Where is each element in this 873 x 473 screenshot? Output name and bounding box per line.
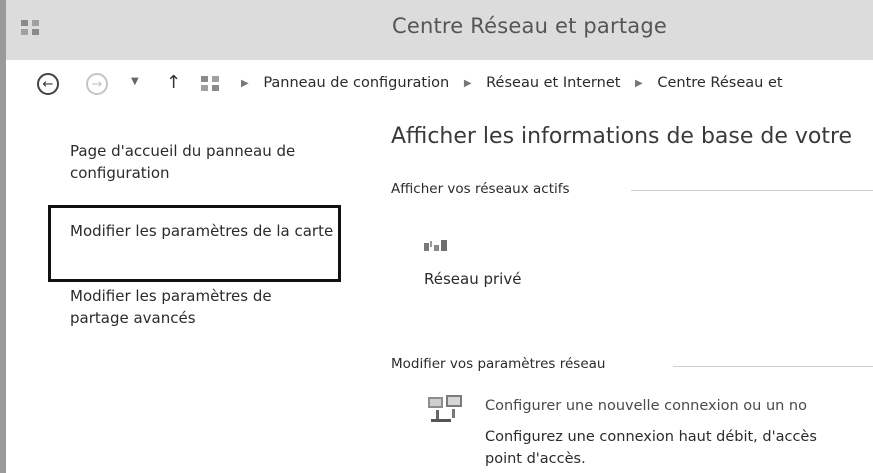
new-connection-icon xyxy=(428,395,462,422)
highlight-box xyxy=(48,205,341,282)
section-divider xyxy=(631,190,873,191)
back-button[interactable]: ← xyxy=(37,73,59,95)
forward-button[interactable]: → xyxy=(86,73,108,95)
control-panel-icon xyxy=(201,76,219,91)
recent-locations-dropdown[interactable]: ▼ xyxy=(131,76,139,87)
control-panel-home-link[interactable]: Page d'accueil du panneau de configurati… xyxy=(70,140,345,184)
forward-arrow-icon: → xyxy=(91,76,103,92)
back-arrow-icon: ← xyxy=(42,76,54,92)
chevron-right-icon: ▶ xyxy=(241,78,249,89)
page-title: Afficher les informations de base de vot… xyxy=(391,124,853,149)
active-networks-title: Afficher vos réseaux actifs xyxy=(391,181,570,197)
up-button[interactable]: ↑ xyxy=(166,72,181,93)
title-bar[interactable]: Centre Réseau et partage xyxy=(6,0,873,61)
modify-network-settings-title: Modifier vos paramètres réseau xyxy=(391,356,606,372)
network-name: Réseau privé xyxy=(424,270,522,288)
chevron-right-icon: ▶ xyxy=(635,78,643,89)
setup-new-connection-link[interactable]: Configurer une nouvelle connexion ou un … xyxy=(485,398,807,414)
breadcrumb-item-control-panel[interactable]: Panneau de configuration xyxy=(263,75,449,91)
change-advanced-sharing-link[interactable]: Modifier les paramètres de partage avanc… xyxy=(70,285,330,329)
description-line: point d'accès. xyxy=(485,451,586,467)
description-line: Configurez une connexion haut débit, d'a… xyxy=(485,429,817,445)
setup-new-connection-description: Configurez une connexion haut débit, d'a… xyxy=(485,426,873,470)
network-sharing-center-window: Centre Réseau et partage ← → ▼ ↑ ▶ Panne… xyxy=(0,0,873,473)
chevron-down-icon: ▼ xyxy=(131,76,139,87)
window-title: Centre Réseau et partage xyxy=(392,14,667,38)
navigation-bar: ← → ▼ ↑ ▶ Panneau de configuration ▶ Rés… xyxy=(6,60,873,110)
breadcrumb-item-network-internet[interactable]: Réseau et Internet xyxy=(486,75,620,91)
address-breadcrumb[interactable]: ▶ Panneau de configuration ▶ Réseau et I… xyxy=(231,75,783,91)
chevron-right-icon: ▶ xyxy=(463,78,472,89)
breadcrumb-item-network-center[interactable]: Centre Réseau et xyxy=(657,75,782,91)
section-divider xyxy=(673,366,873,367)
network-icon xyxy=(424,240,447,251)
up-arrow-icon: ↑ xyxy=(166,72,182,93)
